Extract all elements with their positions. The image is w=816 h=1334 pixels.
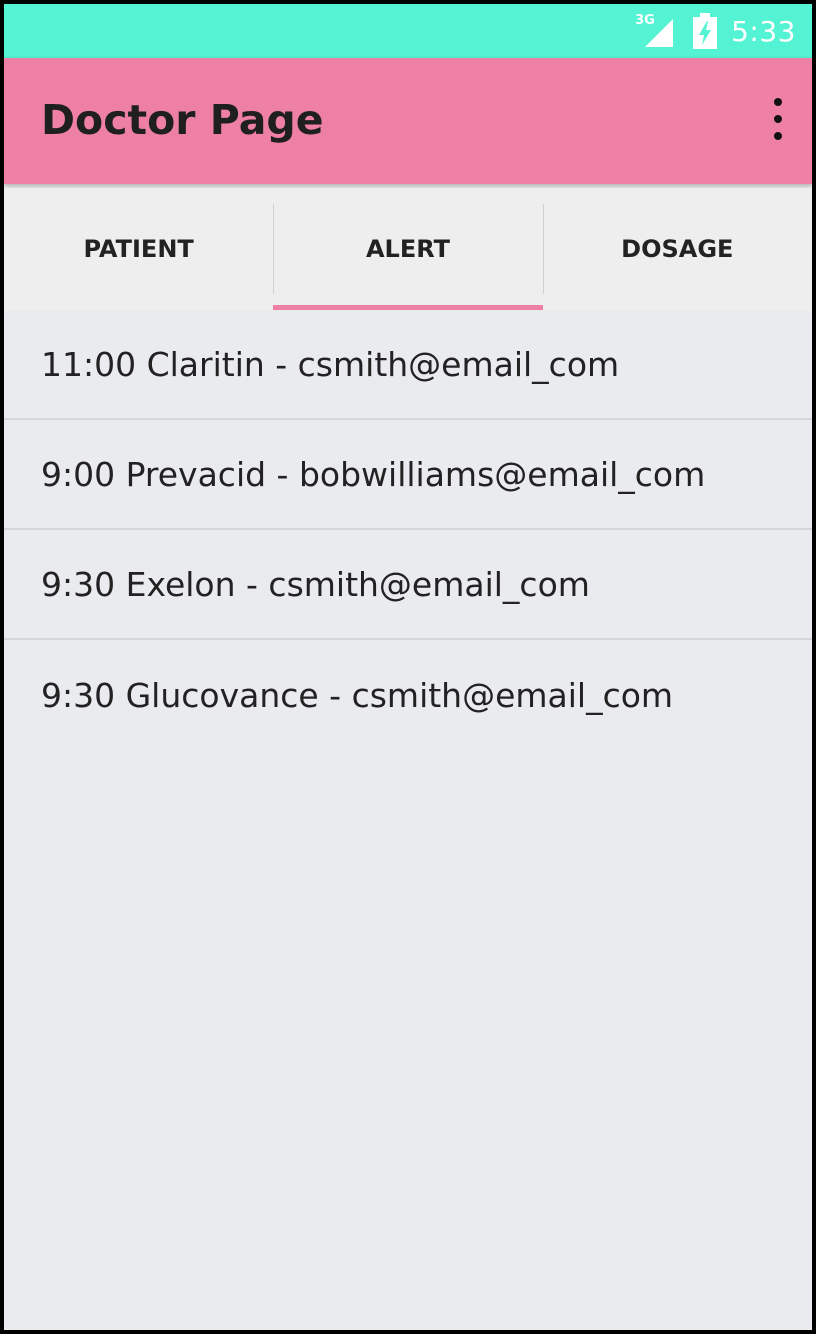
menu-dot [774, 132, 782, 140]
app-screen: 3G 5:33 Doctor Page PATIENT ALERT DOSAGE… [4, 4, 812, 1330]
signal-icon: 3G [635, 13, 679, 49]
tab-patient[interactable]: PATIENT [4, 188, 273, 310]
menu-dot [774, 115, 782, 123]
alert-list: 11:00 Claritin - csmith@email_com 9:00 P… [4, 310, 812, 750]
status-time: 5:33 [731, 14, 796, 48]
list-item[interactable]: 9:30 Exelon - csmith@email_com [4, 530, 812, 640]
battery-charging-icon [693, 13, 718, 49]
status-icons: 3G 5:33 [635, 4, 796, 58]
list-item[interactable]: 11:00 Claritin - csmith@email_com [4, 310, 812, 420]
overflow-menu-icon[interactable] [770, 98, 786, 140]
tab-bar: PATIENT ALERT DOSAGE [4, 188, 812, 310]
menu-dot [774, 98, 782, 106]
list-item[interactable]: 9:00 Prevacid - bobwilliams@email_com [4, 420, 812, 530]
tab-alert[interactable]: ALERT [273, 188, 543, 310]
app-bar: Doctor Page [4, 58, 812, 184]
tab-dosage[interactable]: DOSAGE [542, 188, 812, 310]
status-bar: 3G 5:33 [4, 4, 812, 58]
list-item[interactable]: 9:30 Glucovance - csmith@email_com [4, 640, 812, 750]
page-title: Doctor Page [41, 96, 324, 144]
